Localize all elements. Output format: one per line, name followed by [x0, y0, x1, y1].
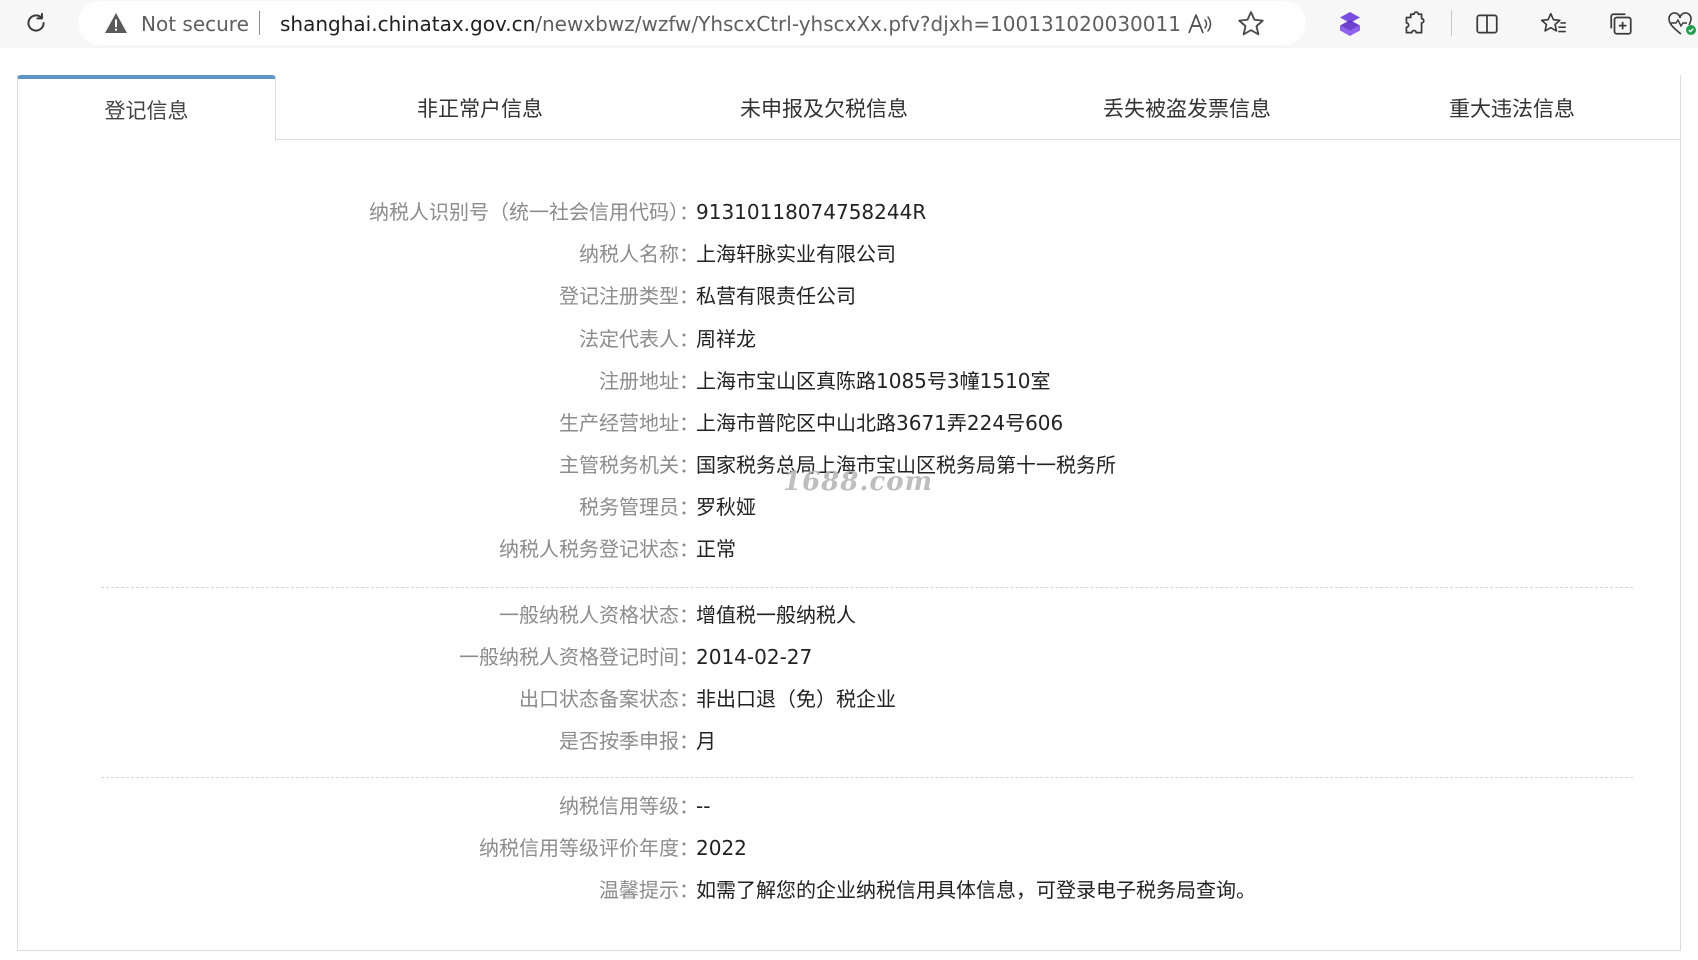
split-screen-icon	[1476, 14, 1498, 34]
tab-major-violation-info[interactable]: 重大违法信息	[1347, 75, 1677, 140]
field-label: 纳税信用等级评价年度：	[479, 836, 699, 860]
address-bar[interactable]: Not secure shanghai.chinatax.gov.cn/newx…	[78, 1, 1306, 45]
field-value: 正常	[696, 537, 736, 561]
tab-registration-info[interactable]: 登记信息	[17, 75, 276, 141]
field-label: 温馨提示：	[599, 878, 699, 902]
read-aloud-icon[interactable]	[1186, 11, 1214, 37]
collections-button[interactable]	[1604, 7, 1638, 41]
field-label: 主管税务机关：	[559, 453, 699, 477]
field-label: 生产经营地址：	[559, 411, 699, 435]
info-tabs: 登记信息 非正常户信息 未申报及欠税信息 丢失被盗发票信息 重大违法信息	[17, 75, 1681, 141]
row-export-filing-status: 出口状态备案状态： 非出口退（免）税企业	[17, 683, 1681, 715]
row-taxpayer-id: 纳税人识别号（统一社会信用代码）： 91310118074758244R	[17, 196, 1681, 228]
tab-abnormal-household-info[interactable]: 非正常户信息	[330, 75, 630, 140]
tab-undeclared-tax-arrears-info[interactable]: 未申报及欠税信息	[649, 75, 999, 140]
url-text[interactable]: shanghai.chinatax.gov.cn/newxbwz/wzfw/Yh…	[280, 12, 1180, 36]
field-label: 法定代表人：	[579, 327, 699, 351]
row-business-address: 生产经营地址： 上海市普陀区中山北路3671弄224号606	[17, 407, 1681, 439]
field-value: 月	[696, 729, 716, 753]
split-screen-button[interactable]	[1470, 7, 1504, 41]
performance-icon	[1668, 12, 1696, 35]
field-label: 纳税人识别号（统一社会信用代码）：	[369, 200, 699, 224]
row-taxpayer-name: 纳税人名称： 上海轩脉实业有限公司	[17, 238, 1681, 270]
field-label: 纳税人名称：	[579, 242, 699, 266]
field-value: 2022	[696, 836, 747, 860]
field-value: 上海轩脉实业有限公司	[696, 242, 896, 266]
row-general-taxpayer-status: 一般纳税人资格状态： 增值税一般纳税人	[17, 599, 1681, 631]
url-path: /newxbwz/wzfw/YhscxCtrl-yhscxXx.pfv?djxh…	[535, 12, 1180, 36]
performance-button[interactable]	[1667, 7, 1698, 41]
row-legal-representative: 法定代表人： 周祥龙	[17, 323, 1681, 355]
favorites-button[interactable]	[1537, 7, 1571, 41]
copilot-icon	[1340, 12, 1360, 36]
favorites-icon	[1540, 12, 1566, 33]
reload-button[interactable]	[18, 8, 54, 38]
tab-lost-stolen-invoice-info[interactable]: 丢失被盗发票信息	[1012, 75, 1362, 140]
field-value: 罗秋娅	[696, 495, 756, 519]
warning-icon[interactable]	[104, 12, 128, 34]
field-label: 出口状态备案状态：	[519, 687, 699, 711]
row-friendly-reminder: 温馨提示： 如需了解您的企业纳税信用具体信息，可登录电子税务局查询。	[17, 874, 1681, 906]
row-credit-rating-year: 纳税信用等级评价年度： 2022	[17, 832, 1681, 864]
field-value: 2014-02-27	[696, 645, 813, 669]
watermark-text: 1688.com	[783, 467, 934, 497]
copilot-button[interactable]	[1333, 7, 1367, 41]
field-label: 纳税人税务登记状态：	[499, 537, 699, 561]
field-value: --	[696, 794, 711, 818]
collections-icon	[1610, 13, 1632, 35]
security-status-label[interactable]: Not secure	[141, 12, 249, 36]
field-label: 一般纳税人资格登记时间：	[459, 645, 699, 669]
address-separator	[259, 11, 260, 35]
url-host: shanghai.chinatax.gov.cn	[280, 12, 536, 36]
toolbar-separator	[1451, 10, 1452, 36]
row-general-taxpayer-date: 一般纳税人资格登记时间： 2014-02-27	[17, 641, 1681, 673]
field-value: 上海市普陀区中山北路3671弄224号606	[696, 411, 1064, 435]
field-label: 是否按季申报：	[559, 729, 699, 753]
row-quarterly-declaration: 是否按季申报： 月	[17, 725, 1681, 757]
browser-toolbar: Not secure shanghai.chinatax.gov.cn/newx…	[0, 0, 1698, 48]
field-value: 周祥龙	[696, 327, 756, 351]
field-value: 非出口退（免）税企业	[696, 687, 896, 711]
field-value: 私营有限责任公司	[696, 284, 856, 308]
row-registration-status: 纳税人税务登记状态： 正常	[17, 533, 1681, 565]
extensions-icon	[1405, 11, 1425, 34]
section-divider	[101, 587, 1633, 588]
favorite-star-icon[interactable]	[1236, 9, 1266, 39]
field-value: 增值税一般纳税人	[696, 603, 856, 627]
field-label: 纳税信用等级：	[559, 794, 699, 818]
field-label: 一般纳税人资格状态：	[499, 603, 699, 627]
field-value: 91310118074758244R	[696, 200, 927, 224]
section-divider	[101, 777, 1633, 778]
reload-icon	[27, 12, 45, 32]
row-credit-rating: 纳税信用等级： --	[17, 790, 1681, 822]
field-label: 税务管理员：	[579, 495, 699, 519]
field-label: 注册地址：	[599, 369, 699, 393]
field-value: 如需了解您的企业纳税信用具体信息，可登录电子税务局查询。	[696, 878, 1256, 902]
row-registration-type: 登记注册类型： 私营有限责任公司	[17, 280, 1681, 312]
row-registered-address: 注册地址： 上海市宝山区真陈路1085号3幢1510室	[17, 365, 1681, 397]
extensions-button[interactable]	[1397, 7, 1431, 41]
field-label: 登记注册类型：	[559, 284, 699, 308]
field-value: 上海市宝山区真陈路1085号3幢1510室	[696, 369, 1051, 393]
